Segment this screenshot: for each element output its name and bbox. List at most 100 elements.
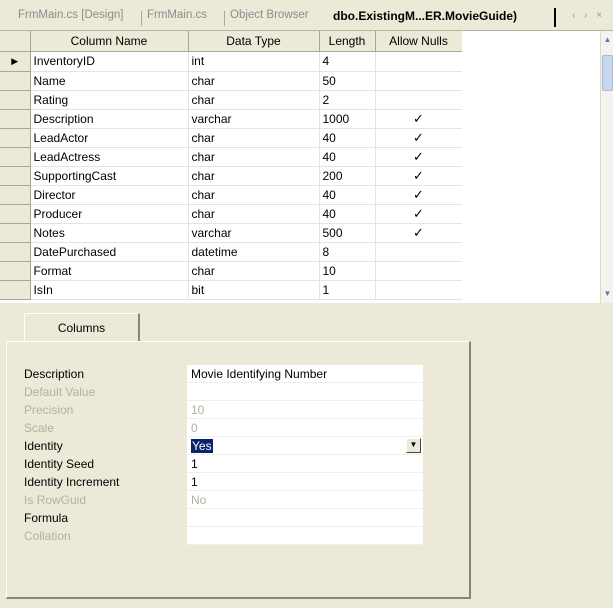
table-row[interactable]: SupportingCast char 200 ✓ [0, 166, 463, 186]
property-value-identity-increment[interactable]: 1 [187, 473, 423, 491]
cell-data-type[interactable]: char [188, 147, 320, 167]
cell-data-type[interactable]: char [188, 71, 320, 91]
cell-length[interactable]: 50 [319, 71, 376, 91]
tab-movieguide-table[interactable]: dbo.ExistingM...ER.MovieGuide) [333, 9, 517, 27]
cell-allow-nulls[interactable]: ✓ [375, 109, 463, 129]
cell-column-name[interactable]: LeadActor [30, 128, 189, 148]
table-row[interactable]: Name char 50 [0, 71, 463, 91]
cell-length[interactable]: 40 [319, 147, 376, 167]
cell-length[interactable]: 40 [319, 128, 376, 148]
row-selector[interactable] [0, 128, 31, 148]
cell-length[interactable]: 8 [319, 242, 376, 262]
cell-column-name[interactable]: InventoryID [30, 51, 189, 72]
table-row[interactable]: Producer char 40 ✓ [0, 204, 463, 224]
table-row[interactable]: Director char 40 ✓ [0, 185, 463, 205]
header-column-name[interactable]: Column Name [30, 31, 189, 52]
cell-data-type[interactable]: char [188, 204, 320, 224]
cell-allow-nulls[interactable] [375, 280, 463, 300]
cell-data-type[interactable]: char [188, 166, 320, 186]
table-row[interactable]: Description varchar 1000 ✓ [0, 109, 463, 129]
cell-length[interactable]: 200 [319, 166, 376, 186]
cell-length[interactable]: 10 [319, 261, 376, 281]
row-selector[interactable] [0, 223, 31, 243]
row-selector[interactable] [0, 242, 31, 262]
cell-column-name[interactable]: Director [30, 185, 189, 205]
cell-data-type[interactable]: varchar [188, 223, 320, 243]
cell-column-name[interactable]: SupportingCast [30, 166, 189, 186]
cell-column-name[interactable]: IsIn [30, 280, 189, 300]
cell-allow-nulls[interactable] [375, 51, 463, 72]
cell-allow-nulls[interactable]: ✓ [375, 185, 463, 205]
cell-allow-nulls[interactable]: ✓ [375, 166, 463, 186]
row-selector[interactable] [0, 185, 31, 205]
cell-allow-nulls[interactable]: ✓ [375, 204, 463, 224]
property-value-collation [187, 527, 423, 545]
tab-navigation-icons[interactable]: ‹ › × [572, 10, 605, 21]
row-selector[interactable] [0, 166, 31, 186]
table-row[interactable]: DatePurchased datetime 8 [0, 242, 463, 262]
table-row[interactable]: Rating char 2 [0, 90, 463, 110]
property-value-identity[interactable]: Yes ▼ [187, 437, 423, 455]
row-selector[interactable] [0, 90, 31, 110]
cell-data-type[interactable]: char [188, 261, 320, 281]
scroll-up-arrow-icon[interactable]: ▲ [603, 35, 612, 44]
header-data-type[interactable]: Data Type [188, 31, 320, 52]
cell-column-name[interactable]: Notes [30, 223, 189, 243]
cell-allow-nulls[interactable] [375, 90, 463, 110]
cell-data-type[interactable]: char [188, 128, 320, 148]
cell-allow-nulls[interactable] [375, 261, 463, 281]
cell-data-type[interactable]: int [188, 51, 320, 72]
property-value-formula[interactable] [187, 509, 423, 527]
cell-length[interactable]: 1 [319, 280, 376, 300]
cell-column-name[interactable]: Name [30, 71, 189, 91]
tab-object-browser[interactable]: Object Browser [230, 9, 309, 27]
table-row[interactable]: Format char 10 [0, 261, 463, 281]
cell-length[interactable]: 500 [319, 223, 376, 243]
tab-frmmain-design[interactable]: FrmMain.cs [Design] [18, 9, 123, 27]
row-selector[interactable] [0, 280, 31, 300]
cell-data-type[interactable]: char [188, 90, 320, 110]
dropdown-arrow-icon[interactable]: ▼ [406, 438, 421, 453]
cell-column-name[interactable]: Rating [30, 90, 189, 110]
table-row[interactable]: Notes varchar 500 ✓ [0, 223, 463, 243]
cell-data-type[interactable]: bit [188, 280, 320, 300]
identity-selected-value[interactable]: Yes [191, 439, 213, 453]
cell-column-name[interactable]: Format [30, 261, 189, 281]
table-row[interactable]: LeadActress char 40 ✓ [0, 147, 463, 167]
cell-length[interactable]: 4 [319, 51, 376, 72]
cell-column-name[interactable]: DatePurchased [30, 242, 189, 262]
row-selector[interactable] [0, 261, 31, 281]
cell-data-type[interactable]: varchar [188, 109, 320, 129]
row-selector[interactable] [0, 71, 31, 91]
tab-columns[interactable]: Columns [24, 313, 140, 343]
tab-frmmain-code[interactable]: FrmMain.cs [147, 9, 207, 27]
cell-allow-nulls[interactable] [375, 242, 463, 262]
cell-column-name[interactable]: Description [30, 109, 189, 129]
cell-allow-nulls[interactable] [375, 71, 463, 91]
cell-length[interactable]: 40 [319, 204, 376, 224]
scroll-down-arrow-icon[interactable]: ▼ [603, 289, 612, 298]
cell-data-type[interactable]: datetime [188, 242, 320, 262]
property-value-identity-seed[interactable]: 1 [187, 455, 423, 473]
cell-length[interactable]: 40 [319, 185, 376, 205]
scrollbar-thumb[interactable] [602, 55, 613, 91]
header-allow-nulls[interactable]: Allow Nulls [375, 31, 463, 52]
header-length[interactable]: Length [319, 31, 376, 52]
row-selector[interactable]: ▶ [0, 51, 31, 72]
property-value-description[interactable]: Movie Identifying Number [187, 365, 423, 383]
row-selector[interactable] [0, 147, 31, 167]
row-selector[interactable] [0, 204, 31, 224]
table-row[interactable]: LeadActor char 40 ✓ [0, 128, 463, 148]
cell-data-type[interactable]: char [188, 185, 320, 205]
cell-length[interactable]: 1000 [319, 109, 376, 129]
cell-column-name[interactable]: Producer [30, 204, 189, 224]
grid-vertical-scrollbar[interactable]: ▲ ▼ [600, 31, 613, 303]
cell-allow-nulls[interactable]: ✓ [375, 128, 463, 148]
cell-allow-nulls[interactable]: ✓ [375, 147, 463, 167]
cell-column-name[interactable]: LeadActress [30, 147, 189, 167]
row-selector[interactable] [0, 109, 31, 129]
cell-length[interactable]: 2 [319, 90, 376, 110]
cell-allow-nulls[interactable]: ✓ [375, 223, 463, 243]
table-row[interactable]: IsIn bit 1 [0, 280, 463, 300]
table-row[interactable]: ▶ InventoryID int 4 [0, 51, 463, 72]
